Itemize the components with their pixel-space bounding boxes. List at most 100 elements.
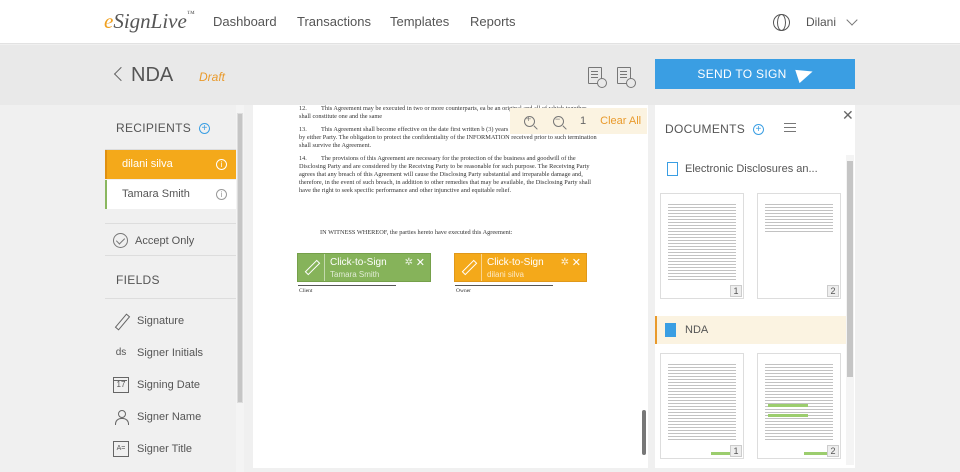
recipients-heading: RECIPIENTS + bbox=[116, 121, 211, 135]
document-icon bbox=[665, 323, 676, 337]
page-thumbnail[interactable]: 1 bbox=[660, 193, 744, 299]
thumbnail-content bbox=[765, 362, 833, 442]
close-icon[interactable]: ✕ bbox=[416, 256, 425, 269]
accept-only-label: Accept Only bbox=[135, 234, 195, 247]
document-viewer[interactable]: 12. This Agreement may be executed in two… bbox=[253, 105, 648, 468]
signature-marker bbox=[768, 414, 808, 417]
paragraph-text: The provisions of this Agreement are nec… bbox=[299, 155, 592, 194]
field-signer-name[interactable]: Signer Name bbox=[113, 408, 201, 426]
thumbnail-content bbox=[668, 362, 736, 442]
gear-icon[interactable]: ✲ bbox=[561, 257, 569, 268]
nav-dashboard[interactable]: Dashboard bbox=[213, 14, 277, 29]
info-icon[interactable]: i bbox=[216, 159, 227, 170]
document-item-nda[interactable]: NDA bbox=[655, 316, 847, 344]
divider bbox=[105, 255, 236, 256]
documents-title: DOCUMENTS bbox=[665, 122, 746, 136]
field-signature[interactable]: Signature bbox=[113, 312, 184, 330]
recipient-name: Tamara Smith bbox=[122, 188, 190, 200]
gear-icon[interactable]: ✲ bbox=[405, 257, 413, 268]
close-panel-icon[interactable]: ✕ bbox=[842, 107, 854, 124]
paragraph-number: 12. bbox=[299, 105, 307, 112]
field-signer-initials[interactable]: ds Signer Initials bbox=[113, 344, 203, 362]
send-to-sign-button[interactable]: SEND TO SIGN bbox=[655, 59, 855, 89]
page-number: 1 bbox=[580, 115, 587, 127]
pen-icon bbox=[113, 313, 129, 329]
document-scrollbar[interactable] bbox=[642, 410, 646, 455]
signer-name: Tamara Smith bbox=[330, 270, 380, 279]
divider bbox=[105, 223, 236, 224]
signature-field-owner[interactable]: Click-to-Sign dilani silva ✲ ✕ bbox=[454, 253, 587, 282]
field-signing-date[interactable]: 17 Signing Date bbox=[113, 376, 200, 394]
page-number: 2 bbox=[827, 285, 839, 297]
field-label: Signer Name bbox=[137, 411, 202, 423]
field-label: Signing Date bbox=[137, 379, 200, 391]
owner-label: Owner bbox=[456, 288, 471, 294]
scrollbar-thumb[interactable] bbox=[847, 161, 853, 377]
recipient-item-tamara[interactable]: Tamara Smith i bbox=[105, 180, 236, 209]
page-thumbnail[interactable]: 1 bbox=[660, 353, 744, 459]
signature-line bbox=[455, 285, 553, 286]
field-label: Signer Title bbox=[137, 443, 193, 455]
thumbnail-content bbox=[668, 202, 736, 282]
thumbnail-content bbox=[765, 202, 833, 232]
left-scrollbar[interactable] bbox=[236, 105, 244, 472]
documents-scrollbar[interactable] bbox=[846, 155, 854, 465]
chevron-down-icon[interactable] bbox=[846, 13, 858, 26]
document-name: Electronic Disclosures an... bbox=[685, 163, 818, 175]
globe-icon[interactable] bbox=[772, 13, 790, 31]
esignlive-logo[interactable]: eSignLive™ bbox=[104, 9, 195, 34]
zoom-out-icon[interactable]: − bbox=[553, 114, 564, 127]
client-label: Client bbox=[299, 288, 313, 294]
paragraph-number: 13. bbox=[299, 126, 307, 133]
nav-reports[interactable]: Reports bbox=[470, 14, 516, 29]
person-icon bbox=[113, 409, 129, 425]
zoom-in-icon[interactable]: + bbox=[524, 114, 535, 127]
accept-only-field[interactable]: Accept Only bbox=[113, 233, 194, 248]
title-badge-icon: A= bbox=[113, 441, 129, 457]
recipients-title: RECIPIENTS bbox=[116, 121, 192, 135]
info-icon[interactable]: i bbox=[216, 189, 227, 200]
reorder-icon[interactable] bbox=[784, 123, 796, 132]
document-icon bbox=[667, 162, 678, 176]
calendar-icon: 17 bbox=[113, 377, 129, 393]
send-to-sign-label: SEND TO SIGN bbox=[697, 67, 787, 81]
recipient-item-dilani[interactable]: dilani silva i bbox=[105, 150, 236, 179]
user-menu[interactable]: Dilani bbox=[772, 12, 858, 32]
fields-heading: FIELDS bbox=[116, 273, 160, 287]
clear-all-button[interactable]: Clear All bbox=[600, 115, 641, 127]
documents-heading: DOCUMENTS + bbox=[665, 122, 765, 136]
username[interactable]: Dilani bbox=[806, 15, 836, 29]
signature-field-client[interactable]: Click-to-Sign Tamara Smith ✲ ✕ bbox=[297, 253, 431, 282]
page-number: 2 bbox=[827, 445, 839, 457]
field-label: Signer Initials bbox=[137, 347, 204, 359]
add-document-icon[interactable]: + bbox=[753, 124, 765, 135]
top-nav: eSignLive™ Dashboard Transactions Templa… bbox=[0, 0, 960, 44]
scrollbar-thumb[interactable] bbox=[237, 113, 243, 403]
paragraph-number: 14. bbox=[299, 155, 307, 162]
document-item-disclosures[interactable]: Electronic Disclosures an... bbox=[660, 155, 844, 183]
divider bbox=[105, 298, 236, 299]
page-title: NDA bbox=[131, 64, 174, 86]
pen-icon bbox=[298, 254, 325, 281]
document-history-icon[interactable] bbox=[617, 67, 636, 88]
page-number: 1 bbox=[730, 285, 742, 297]
signature-line bbox=[298, 285, 396, 286]
close-icon[interactable]: ✕ bbox=[572, 256, 581, 269]
nav-templates[interactable]: Templates bbox=[390, 14, 449, 29]
page-thumbnail[interactable]: 2 bbox=[757, 353, 841, 459]
nav-transactions[interactable]: Transactions bbox=[297, 14, 371, 29]
paragraph: 14. The provisions of this Agreement are … bbox=[299, 155, 599, 195]
signature-marker bbox=[768, 404, 808, 407]
status-badge: Draft bbox=[199, 70, 226, 84]
field-label: Signature bbox=[137, 315, 185, 327]
initials-icon: ds bbox=[115, 347, 127, 358]
document-settings-icon[interactable] bbox=[588, 67, 607, 88]
page-thumbnail[interactable]: 2 bbox=[757, 193, 841, 299]
paper-plane-icon bbox=[794, 64, 815, 84]
recipient-name: dilani silva bbox=[122, 158, 173, 170]
field-signer-title[interactable]: A= Signer Title bbox=[113, 440, 192, 458]
check-circle-icon bbox=[113, 233, 128, 248]
add-recipient-icon[interactable]: + bbox=[199, 123, 211, 134]
back-arrow-icon[interactable] bbox=[113, 66, 129, 82]
left-panel: RECIPIENTS + dilani silva i Tamara Smith … bbox=[105, 105, 236, 472]
